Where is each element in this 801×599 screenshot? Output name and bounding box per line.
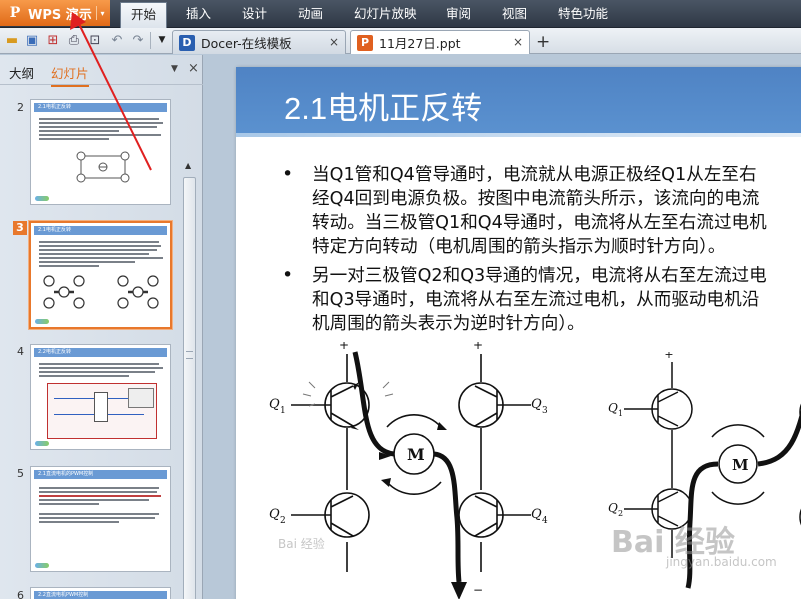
minus-label: −: [473, 583, 483, 597]
slide-number: 2: [17, 101, 24, 114]
open-folder-icon[interactable]: ▬: [4, 32, 20, 48]
slide-number: 4: [17, 345, 24, 358]
q1-subscript: 1: [280, 406, 286, 416]
menu-animation[interactable]: 动画: [288, 0, 333, 27]
q3-label: Q: [531, 397, 542, 412]
thumb-circuit: [76, 151, 130, 183]
wps-window: P WPS 演示 ▾ 开始 插入 设计 动画 幻灯片放映 审阅 视图 特色功能 …: [0, 0, 801, 599]
plus-label: +: [473, 342, 483, 352]
menu-view[interactable]: 视图: [492, 0, 537, 27]
thumb-title: 2.2直流电机PWM控制: [34, 591, 167, 599]
quick-toolbar: ▬ ▣ ⊞ ⎙ ⊡ ↶ ↷ ▼ D Docer-在线模板 × P 11月27日.…: [0, 28, 801, 54]
panel-tabs: 大纲 幻灯片 ▼ ×: [0, 55, 203, 87]
menu-start[interactable]: 开始: [120, 2, 168, 28]
thumb-title: 2.1电机正反转: [34, 103, 167, 112]
slide-number: 5: [17, 467, 24, 480]
menu-design[interactable]: 设计: [232, 0, 277, 27]
tab-ppt-document[interactable]: P 11月27日.ppt ×: [350, 30, 530, 54]
app-name: WPS 演示: [28, 7, 92, 23]
watermark-url: jingyan.baidu.com: [666, 555, 777, 569]
scroll-up-icon[interactable]: ▲: [185, 161, 191, 170]
body-line[interactable]: 另一对三极管Q2和Q3导通的情况，电流将从右至左流过电: [312, 264, 767, 288]
export-pdf-icon[interactable]: ⊞: [45, 32, 61, 48]
redo-icon[interactable]: ↷: [130, 32, 146, 48]
print-icon[interactable]: ⎙: [66, 32, 82, 48]
bullet-icon: •: [282, 264, 294, 286]
slide-canvas: 2.1电机正反转 • 当Q1管和Q4管导通时，电流就从电源正极经Q1从左至右 经…: [204, 55, 801, 599]
slide-thumbnail-4[interactable]: 2.2电机正反转: [30, 344, 171, 450]
close-icon[interactable]: ×: [513, 35, 523, 49]
tab-label: Docer-在线模板: [201, 36, 292, 51]
q2-label: Q: [608, 501, 618, 515]
slide-title[interactable]: 2.1电机正反转: [284, 83, 482, 128]
slide-thumbnail-5[interactable]: 2.1直流电机的PWM控制: [30, 466, 171, 572]
thumb-title: 2.2电机正反转: [34, 348, 167, 357]
bullet-icon: •: [282, 163, 294, 185]
thumb-title: 2.1电机正反转: [34, 226, 167, 235]
toolbar-separator: [150, 32, 151, 49]
thumb-logo-icon: [35, 196, 49, 201]
ppt-icon: P: [357, 34, 373, 51]
body-line[interactable]: 和Q3导通时，电流将从右至左流过电机，从而驱动电机沿: [312, 288, 759, 312]
thumb-circuit: [43, 275, 159, 309]
slide-thumbnail-6[interactable]: 2.2直流电机PWM控制: [30, 587, 171, 599]
current-slide[interactable]: 2.1电机正反转 • 当Q1管和Q4管导通时，电流就从电源正极经Q1从左至右 经…: [236, 67, 801, 599]
thumb-schematic: [47, 383, 157, 439]
app-menu-dropdown-icon[interactable]: ▾: [96, 6, 108, 20]
panel-close-icon[interactable]: ×: [188, 61, 199, 76]
body-line[interactable]: 当Q1管和Q4管导通时，电流就从电源正极经Q1从左至右: [312, 163, 757, 187]
q3-subscript: 3: [542, 406, 548, 416]
body-line[interactable]: 转动。当三极管Q1和Q4导通时，电流将从左至右流过电机: [312, 211, 767, 235]
wps-app-menu-button[interactable]: P WPS 演示 ▾: [0, 0, 110, 26]
body-line[interactable]: 机周围的箭头表示为逆时针方向）。: [312, 312, 585, 336]
undo-icon[interactable]: ↶: [109, 32, 125, 48]
body-line[interactable]: 特定方向转动（电机周围的箭头指示为顺时针方向）。: [312, 235, 725, 259]
q4-subscript: 4: [542, 516, 548, 526]
thumb-logo-icon: [35, 319, 49, 324]
q1-label: Q: [269, 397, 280, 412]
slide-thumbnail-2[interactable]: 2.1电机正反转: [30, 99, 171, 205]
menu-features[interactable]: 特色功能: [548, 0, 618, 27]
toolbar-dropdown-icon[interactable]: ▼: [154, 32, 170, 48]
h-bridge-circuit-forward: + + − M Q 1 Q 2 Q 3 Q 4: [269, 342, 548, 599]
motor-label: M: [732, 456, 749, 474]
q1-label: Q: [608, 401, 618, 415]
menu-insert[interactable]: 插入: [176, 0, 221, 27]
panel-menu-icon[interactable]: ▼: [171, 64, 178, 74]
tab-docer-templates[interactable]: D Docer-在线模板 ×: [172, 30, 346, 54]
save-icon[interactable]: ▣: [24, 32, 40, 48]
thumb-logo-icon: [35, 563, 49, 568]
menu-slideshow[interactable]: 幻灯片放映: [344, 0, 427, 27]
q4-label: Q: [531, 507, 542, 522]
q1-subscript: 1: [618, 409, 623, 418]
body-line[interactable]: 经Q4回到电源负极。按图中电流箭头所示，该流向的电流: [312, 187, 759, 211]
docer-icon: D: [179, 34, 195, 51]
menu-bar: P WPS 演示 ▾ 开始 插入 设计 动画 幻灯片放映 审阅 视图 特色功能: [0, 0, 801, 28]
scrollbar-grip-icon: [186, 351, 193, 359]
q2-subscript: 2: [280, 516, 286, 526]
menu-review[interactable]: 审阅: [436, 0, 481, 27]
thumb-title: 2.1直流电机的PWM控制: [34, 470, 167, 479]
slide-number: 6: [17, 589, 24, 599]
panel-scrollbar-thumb[interactable]: [183, 177, 196, 599]
tab-slides[interactable]: 幻灯片: [51, 63, 89, 87]
tab-outline[interactable]: 大纲: [9, 63, 34, 82]
slide-thumbnail-3[interactable]: 2.1电机正反转: [28, 220, 173, 330]
motor-label: M: [407, 445, 425, 464]
plus-label: +: [339, 342, 349, 352]
tab-label: 11月27日.ppt: [379, 36, 461, 51]
slide-panel: 大纲 幻灯片 ▼ × 2 2.1电机正反转 3 2.1电机正反转 4 2.2电机…: [0, 55, 203, 599]
plus-label: +: [664, 352, 673, 361]
thumb-logo-icon: [35, 441, 49, 446]
new-tab-icon[interactable]: +: [536, 32, 550, 52]
q2-label: Q: [269, 507, 280, 522]
print-preview-icon[interactable]: ⊡: [87, 32, 103, 48]
baidu-watermark-small: Bai 经验: [278, 537, 325, 551]
wps-logo-icon: P: [9, 5, 21, 21]
slide-number-selected: 3: [13, 221, 27, 235]
close-icon[interactable]: ×: [329, 35, 339, 49]
